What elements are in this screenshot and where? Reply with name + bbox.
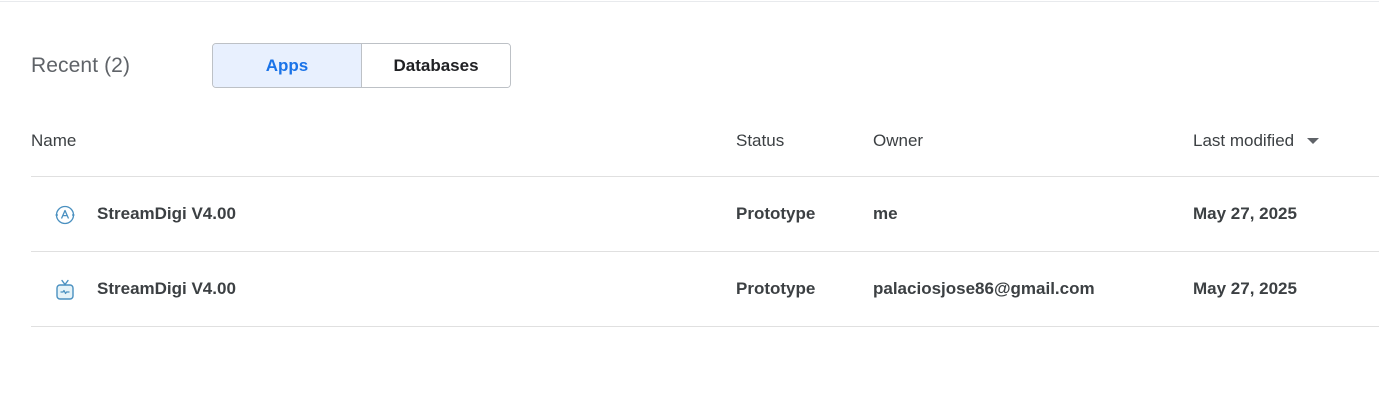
column-header-owner: Owner [873,131,923,151]
top-divider [0,0,1379,2]
tab-databases[interactable]: Databases [362,44,510,87]
app-owner: me [873,204,898,223]
column-header-name-label: Name [31,131,77,150]
app-status: Prototype [736,204,816,223]
tab-apps[interactable]: Apps [213,44,362,87]
app-owner: palaciosjose86@gmail.com [873,279,1095,298]
table-row[interactable]: StreamDigi V4.00 Prototype me May 27, 20… [31,177,1379,252]
section-title: Recent (2) [31,53,131,77]
recent-table: Name Status Owner Last modified StreamDi… [31,105,1379,327]
app-name[interactable]: StreamDigi V4.00 [97,204,236,224]
column-header-status-label: Status [736,131,785,150]
app-last-modified: May 27, 2025 [1193,204,1297,223]
recent-header: Recent (2) Apps Databases [31,43,511,88]
view-toggle: Apps Databases [212,43,511,88]
column-header-status: Status [736,131,784,151]
tv-icon [53,278,77,302]
column-header-name: Name [31,131,76,151]
table-row[interactable]: StreamDigi V4.00 Prototype palaciosjose8… [31,252,1379,327]
column-header-owner-label: Owner [873,131,924,150]
table-header: Name Status Owner Last modified [31,105,1379,177]
sort-descending-icon[interactable] [1307,138,1320,144]
app-last-modified: May 27, 2025 [1193,279,1297,298]
app-name[interactable]: StreamDigi V4.00 [97,279,236,299]
column-header-last-modified[interactable]: Last modified [1193,131,1320,151]
column-header-last-modified-label[interactable]: Last modified [1193,131,1294,151]
appsheet-logo-icon [53,203,77,227]
app-status: Prototype [736,279,816,298]
